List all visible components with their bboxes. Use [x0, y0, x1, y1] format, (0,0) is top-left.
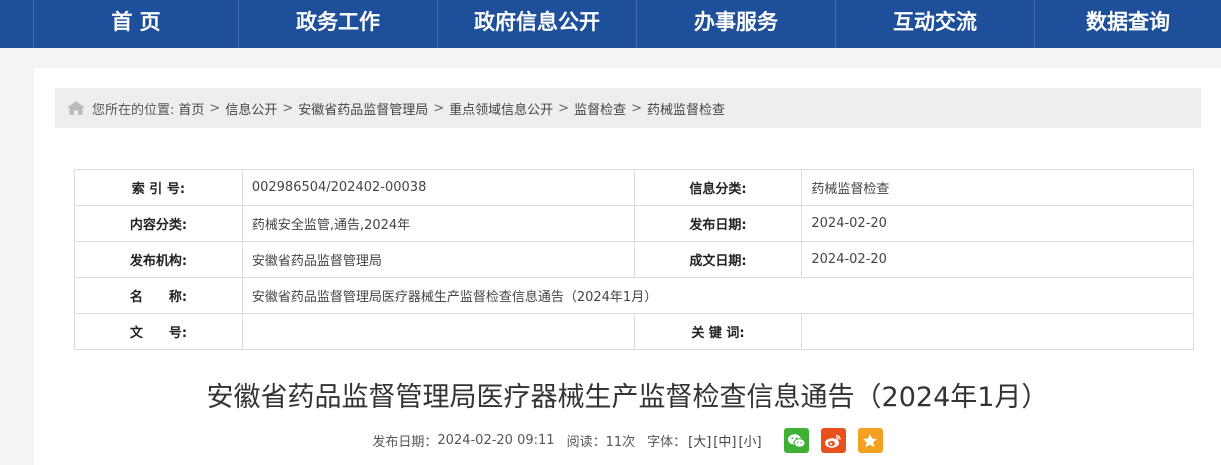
doc-number-value: [241, 313, 635, 350]
reads-count: 11次: [605, 435, 636, 450]
name-value: 安徽省药品监督管理局医疗器械生产监督检查信息通告（2024年1月）: [241, 277, 1195, 314]
breadcrumb: 您所在的位置: 首页 > 信息公开 > 安徽省药品监督管理局 > 重点领域信息公…: [55, 88, 1201, 128]
favorite-button[interactable]: [857, 428, 883, 453]
created-date-label: 成文日期:: [633, 241, 803, 278]
breadcrumb-separator: >: [282, 100, 294, 116]
wechat-share-button[interactable]: [783, 428, 809, 453]
index-label: 索 引 号:: [74, 169, 243, 206]
breadcrumb-supervision[interactable]: 监督检查: [574, 99, 626, 118]
created-date-value: 2024-02-20: [801, 241, 1194, 278]
article-info-bar: 发布日期： 2024-02-20 09:11 阅读： 11次 字体： [大] […: [34, 428, 1221, 453]
org-label: 发布机构:: [74, 241, 243, 278]
org-value: 安徽省药品监督管理局: [241, 241, 635, 278]
breadcrumb-info-disclosure[interactable]: 信息公开: [225, 99, 277, 118]
breadcrumb-separator: >: [631, 100, 642, 116]
breadcrumb-bureau[interactable]: 安徽省药品监督管理局: [298, 99, 428, 118]
top-navigation: 首 页 政务工作 政府信息公开 办事服务 互动交流 数据查询: [34, 0, 1221, 48]
publish-date-value: 2024-02-20: [801, 205, 1194, 242]
table-row: 文 号: 关 键 词:: [74, 313, 1194, 350]
table-row: 名 称: 安徽省药品监督管理局医疗器械生产监督检查信息通告（2024年1月）: [74, 277, 1195, 314]
table-row: 索 引 号: 002986504/202402-00038 信息分类: 药械监督…: [74, 169, 1194, 206]
category-label: 信息分类:: [633, 169, 803, 206]
breadcrumb-separator: >: [209, 100, 221, 116]
metadata-table: 索 引 号: 002986504/202402-00038 信息分类: 药械监督…: [74, 169, 1195, 350]
font-small-button[interactable]: [小]: [738, 431, 761, 450]
nav-home[interactable]: 首 页: [34, 0, 238, 48]
wechat-icon: [787, 433, 806, 448]
content-category-value: 药械安全监管,通告,2024年: [241, 205, 635, 242]
keywords-label: 关 键 词:: [633, 313, 803, 350]
content-category-label: 内容分类:: [74, 205, 243, 242]
breadcrumb-current[interactable]: 药械监督检查: [647, 99, 725, 118]
nav-data-query[interactable]: 数据查询: [1034, 0, 1221, 48]
weibo-icon: [825, 434, 841, 448]
nav-info-disclosure[interactable]: 政府信息公开: [437, 0, 636, 48]
nav-interaction[interactable]: 互动交流: [835, 0, 1034, 48]
publish-time: 2024-02-20 09:11: [437, 433, 555, 448]
nav-services[interactable]: 办事服务: [636, 0, 835, 48]
table-row: 发布机构: 安徽省药品监督管理局 成文日期: 2024-02-20: [74, 241, 1194, 278]
index-value: 002986504/202402-00038: [241, 169, 635, 206]
main-content: 您所在的位置: 首页 > 信息公开 > 安徽省药品监督管理局 > 重点领域信息公…: [34, 68, 1221, 465]
keywords-value: [801, 313, 1194, 350]
favorite-star-icon: [863, 433, 878, 447]
breadcrumb-separator: >: [558, 100, 570, 116]
font-size-label: 字体：: [647, 435, 687, 450]
name-label: 名 称:: [74, 277, 243, 314]
font-medium-button[interactable]: [中]: [713, 431, 736, 450]
publish-label: 发布日期：: [372, 435, 438, 450]
breadcrumb-home[interactable]: 首页: [178, 99, 204, 118]
home-icon: [67, 101, 85, 115]
nav-government-work[interactable]: 政务工作: [238, 0, 437, 48]
breadcrumb-key-areas[interactable]: 重点领域信息公开: [449, 99, 553, 118]
font-large-button[interactable]: [大]: [688, 431, 711, 450]
category-value: 药械监督检查: [801, 169, 1194, 206]
doc-number-label: 文 号:: [74, 313, 243, 350]
publish-date-label: 发布日期:: [633, 205, 803, 242]
breadcrumb-prefix: 您所在的位置:: [92, 102, 175, 118]
article-title: 安徽省药品监督管理局医疗器械生产监督检查信息通告（2024年1月）: [206, 382, 1049, 413]
reads-label: 阅读：: [566, 435, 606, 450]
breadcrumb-separator: >: [433, 100, 445, 116]
weibo-share-button[interactable]: [820, 428, 846, 453]
nav-left-edge: [0, 0, 34, 48]
table-row: 内容分类: 药械安全监管,通告,2024年 发布日期: 2024-02-20: [74, 205, 1194, 242]
